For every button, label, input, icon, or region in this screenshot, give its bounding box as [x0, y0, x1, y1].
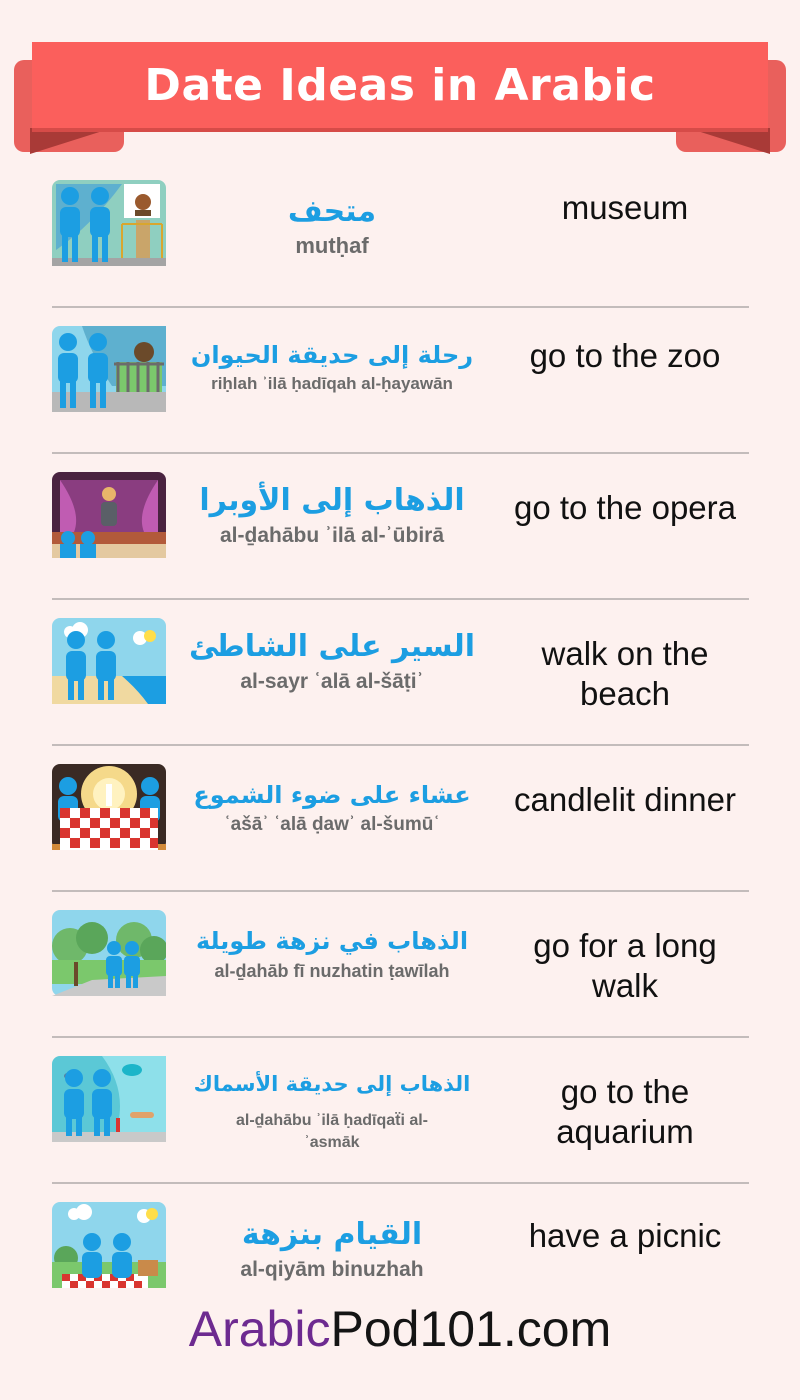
phrase-block: السير على الشاطئ al-sayr ʿalā al-šāṭiʾ — [182, 626, 482, 696]
transliteration: al-sayr ʿalā al-šāṭiʾ — [240, 670, 424, 693]
phrase-block: الذهاب إلى حديقة الأسماك al-ḏahābu ʾilā … — [182, 1068, 482, 1154]
english-meaning: walk on the beach — [541, 635, 709, 712]
candlelit-dinner-icon — [52, 764, 166, 850]
vocab-row-zoo: رحلة إلى حديقة الحيوان riḥlah ʾilā ḥadīq… — [52, 308, 749, 454]
museum-icon — [52, 180, 166, 266]
arabic-phrase: القيام بنزهة — [241, 1217, 423, 1252]
phrase-block: رحلة إلى حديقة الحيوان riḥlah ʾilā ḥadīq… — [182, 338, 482, 396]
opera-icon — [52, 472, 166, 558]
zoo-icon — [52, 326, 166, 412]
english-meaning: candlelit dinner — [514, 781, 736, 818]
transliteration: ʿašāʾ ʿalā ḍawʾ al-šumūʿ — [224, 814, 440, 835]
vocab-row-opera: الذهاب إلى الأوبرا al-ḏahābu ʾilā al-ʾūb… — [52, 454, 749, 600]
vocab-row-long-walk: الذهاب في نزهة طويلة al-ḏahāb fī nuzhati… — [52, 892, 749, 1038]
vocab-row-aquarium: الذهاب إلى حديقة الأسماك al-ḏahābu ʾilā … — [52, 1038, 749, 1184]
english-meaning: go for a long walk — [533, 927, 717, 1004]
transliteration: al-qiyām binuzhah — [240, 1258, 424, 1281]
transliteration: al-ḏahābu ʾilā ḥadīqaẗi al-ʾasmāk — [235, 1112, 429, 1151]
arabic-phrase: عشاء على ضوء الشموع — [193, 781, 471, 809]
brand-footer[interactable]: ArabicPod101.com — [0, 1300, 800, 1358]
brand-name-part1: Arabic — [188, 1301, 331, 1357]
title-banner: Date Ideas in Arabic — [0, 0, 800, 170]
english-meaning: museum — [561, 189, 689, 226]
english-meaning: go to the opera — [513, 489, 736, 526]
vocab-row-beach: السير على الشاطئ al-sayr ʿalā al-šāṭiʾ w… — [52, 600, 749, 746]
transliteration: riḥlah ʾilā ḥadīqah al-ḥayawān — [211, 374, 453, 393]
arabic-phrase: الذهاب في نزهة طويلة — [195, 927, 469, 955]
brand-name-part2: Pod101.com — [330, 1301, 612, 1357]
vocabulary-list: متحف mutḥaf museum رحلة إلى حديقة الحيوا… — [52, 162, 749, 1328]
beach-icon — [52, 618, 166, 704]
arabic-phrase: متحف — [287, 194, 377, 229]
arabic-phrase: السير على الشاطئ — [188, 629, 476, 664]
phrase-block: الذهاب في نزهة طويلة al-ḏahāb fī nuzhati… — [182, 924, 482, 984]
transliteration: al-ḏahāb fī nuzhatin ṭawīlah — [214, 961, 450, 981]
banner-fold-left — [30, 128, 112, 154]
arabic-phrase: الذهاب إلى الأوبرا — [199, 483, 465, 518]
vocab-row-museum: متحف mutḥaf museum — [52, 162, 749, 308]
arabic-phrase: رحلة إلى حديقة الحيوان — [190, 341, 474, 369]
aquarium-icon — [52, 1056, 166, 1142]
vocab-row-candlelit-dinner: عشاء على ضوء الشموع ʿašāʾ ʿalā ḍawʾ al-š… — [52, 746, 749, 892]
banner-fold-right — [688, 128, 770, 154]
banner-main: Date Ideas in Arabic — [32, 42, 768, 128]
english-meaning: go to the aquarium — [556, 1073, 694, 1150]
phrase-block: الذهاب إلى الأوبرا al-ḏahābu ʾilā al-ʾūb… — [182, 480, 482, 550]
transliteration: al-ḏahābu ʾilā al-ʾūbirā — [219, 524, 445, 547]
english-meaning: have a picnic — [528, 1217, 722, 1254]
phrase-block: القيام بنزهة al-qiyām binuzhah — [182, 1214, 482, 1284]
arabic-phrase: الذهاب إلى حديقة الأسماك — [193, 1072, 471, 1096]
english-meaning: go to the zoo — [529, 337, 721, 374]
picnic-icon — [52, 1202, 166, 1288]
park-walk-icon — [52, 910, 166, 996]
page-title: Date Ideas in Arabic — [144, 59, 656, 111]
phrase-block: متحف mutḥaf — [182, 192, 482, 260]
phrase-block: عشاء على ضوء الشموع ʿašāʾ ʿalā ḍawʾ al-š… — [182, 778, 482, 838]
transliteration: mutḥaf — [295, 233, 369, 258]
